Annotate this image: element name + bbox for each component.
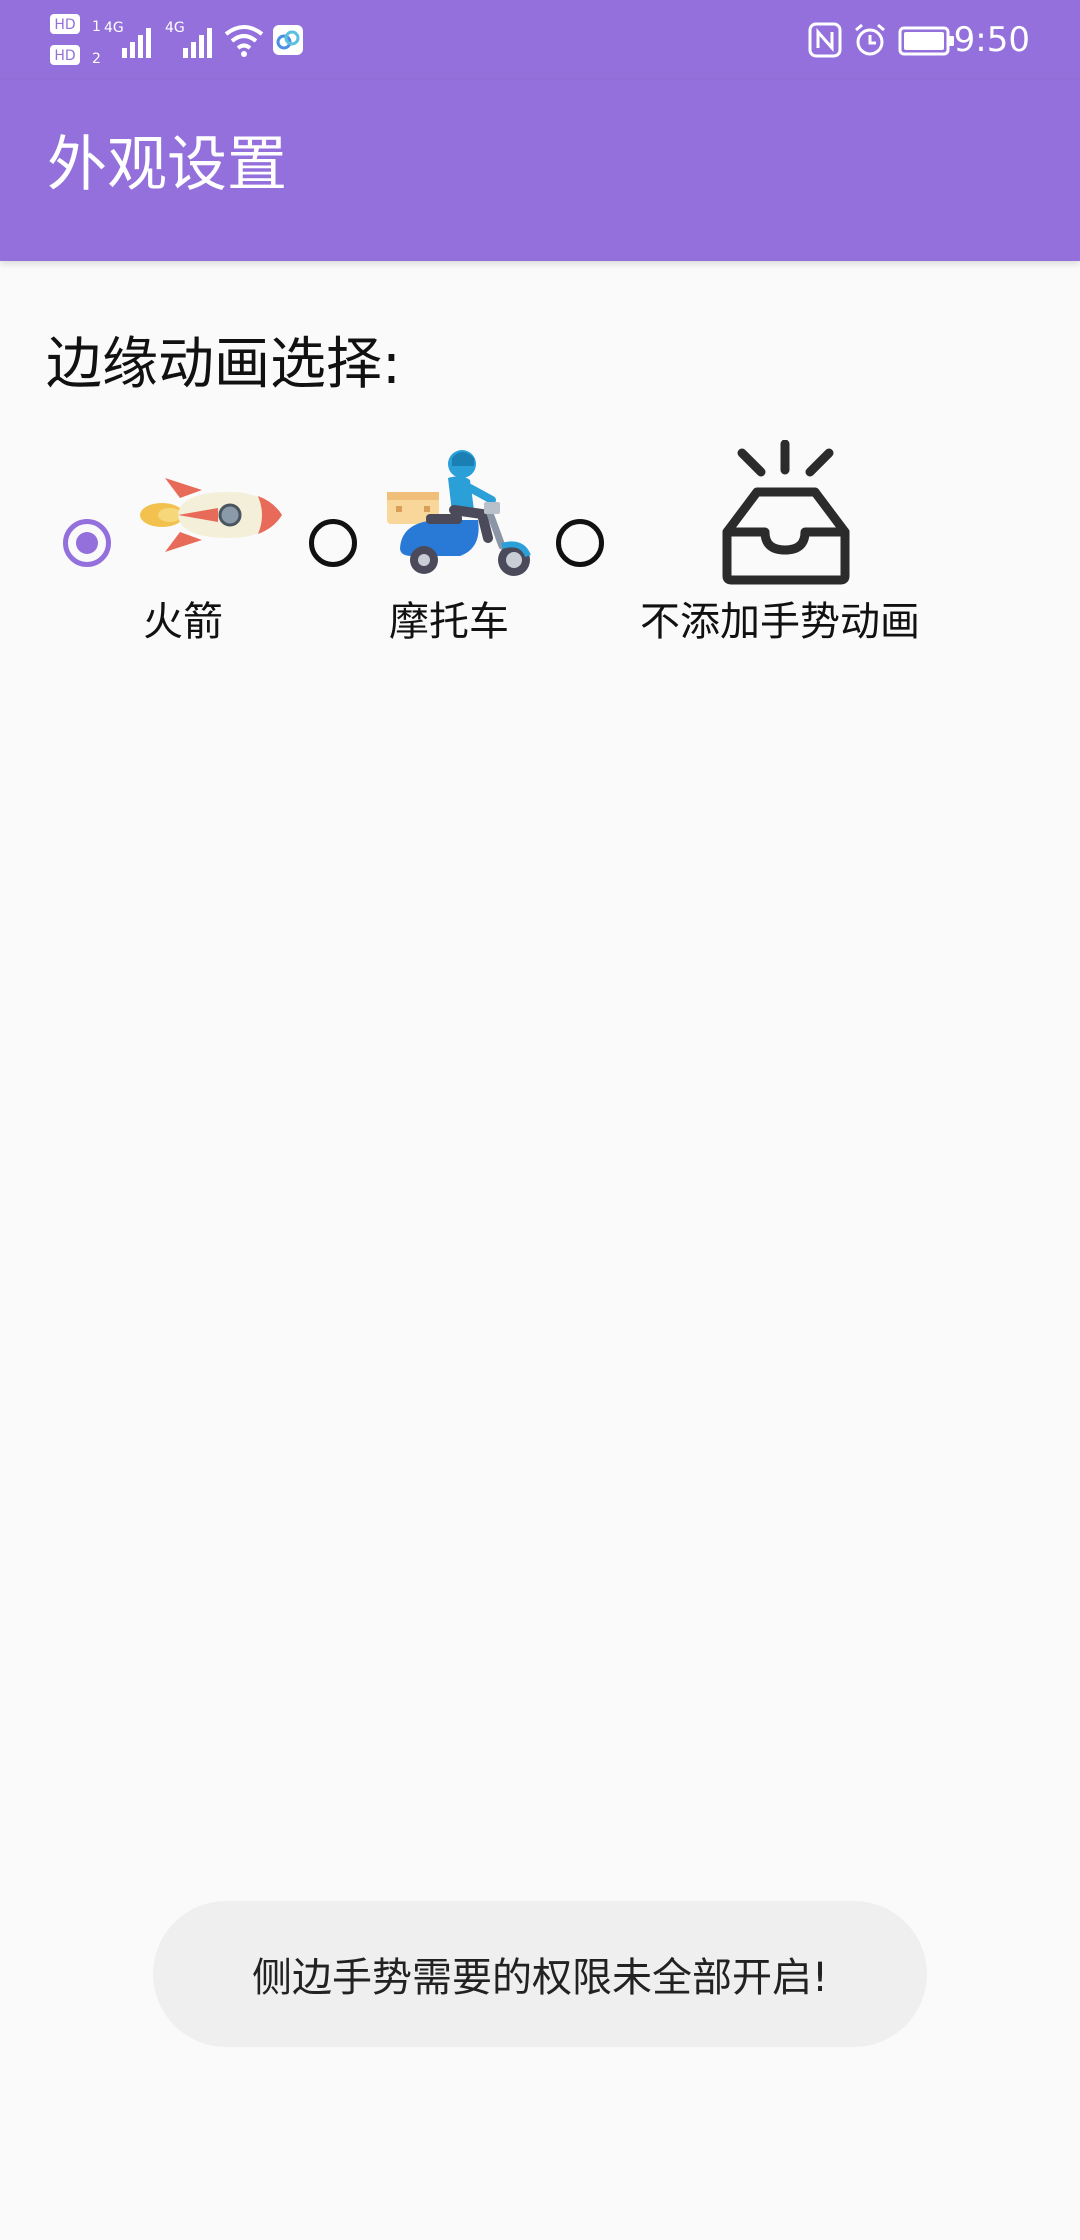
toast-message: 侧边手势需要的权限未全部开启!	[251, 1955, 829, 2001]
option-label-none[interactable]: 不添加手势动画	[640, 597, 920, 647]
wifi-icon	[224, 25, 264, 57]
rocket-icon[interactable]	[140, 470, 285, 560]
page-title: 外观设置	[47, 130, 287, 200]
alarm-icon	[855, 23, 885, 56]
app-bar: 外观设置	[0, 80, 1080, 261]
hd-signal-icon: HD 1 HD 2	[50, 14, 101, 67]
radio-none[interactable]	[556, 519, 604, 567]
option-label-motorcycle[interactable]: 摩托车	[389, 597, 509, 647]
status-bar: HD 1 HD 2 4G 4G 9:50	[0, 0, 1080, 80]
motorcycle-icon[interactable]	[382, 448, 542, 583]
inbox-icon[interactable]	[717, 440, 857, 586]
section-title: 边缘动画选择:	[46, 332, 401, 397]
battery-icon	[898, 26, 954, 56]
svg-text:2: 2	[92, 51, 101, 67]
svg-text:HD: HD	[54, 17, 75, 33]
radio-rocket[interactable]	[63, 519, 111, 567]
svg-text:1: 1	[92, 19, 101, 35]
status-time: 9:50	[953, 20, 1030, 60]
signal-4g-icon: 4G	[104, 20, 151, 58]
svg-text:4G: 4G	[104, 20, 124, 36]
signal-4g-icon: 4G	[165, 20, 212, 58]
svg-text:HD: HD	[54, 48, 75, 64]
toast: 侧边手势需要的权限未全部开启!	[153, 1901, 927, 2047]
nfc-icon	[808, 22, 842, 58]
app-notification-icon	[273, 25, 303, 55]
radio-motorcycle[interactable]	[309, 519, 357, 567]
svg-text:4G: 4G	[165, 20, 185, 36]
option-label-rocket[interactable]: 火箭	[143, 597, 223, 647]
